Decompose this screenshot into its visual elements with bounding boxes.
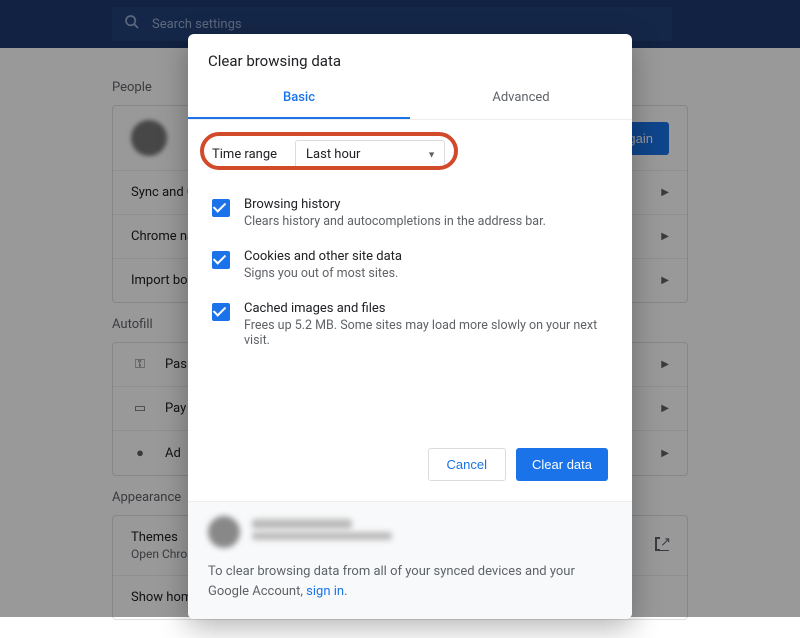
option-cookies: Cookies and other site data Signs you ou… <box>208 239 612 291</box>
checkbox-cached[interactable] <box>212 303 230 321</box>
time-range-value: Last hour <box>306 147 360 162</box>
tab-basic[interactable]: Basic <box>188 80 410 119</box>
clear-browsing-data-dialog: Clear browsing data Basic Advanced Time … <box>188 34 632 619</box>
blurred-email <box>252 532 392 540</box>
option-desc: Frees up 5.2 MB. Some sites may load mor… <box>244 318 608 348</box>
option-desc: Signs you out of most sites. <box>244 266 402 281</box>
time-range-dropdown[interactable]: Last hour ▼ <box>295 140 445 169</box>
option-cached: Cached images and files Frees up 5.2 MB.… <box>208 291 612 358</box>
blurred-name <box>252 519 352 529</box>
dialog-title: Clear browsing data <box>188 34 632 80</box>
cancel-button[interactable]: Cancel <box>428 448 506 481</box>
time-range-label: Time range <box>212 147 277 162</box>
watermark: wsxdn.com <box>743 602 794 613</box>
option-title: Browsing history <box>244 197 546 212</box>
option-desc: Clears history and autocompletions in th… <box>244 214 546 229</box>
option-title: Cookies and other site data <box>244 249 402 264</box>
checkbox-browsing-history[interactable] <box>212 199 230 217</box>
sign-in-link[interactable]: sign in <box>306 584 344 599</box>
option-browsing-history: Browsing history Clears history and auto… <box>208 187 612 239</box>
caret-down-icon: ▼ <box>427 149 436 160</box>
clear-data-button[interactable]: Clear data <box>516 448 608 481</box>
footer-message: To clear browsing data from all of your … <box>208 562 612 601</box>
tab-advanced[interactable]: Advanced <box>410 80 632 119</box>
option-title: Cached images and files <box>244 301 608 316</box>
checkbox-cookies[interactable] <box>212 251 230 269</box>
footer-avatar <box>208 516 240 548</box>
